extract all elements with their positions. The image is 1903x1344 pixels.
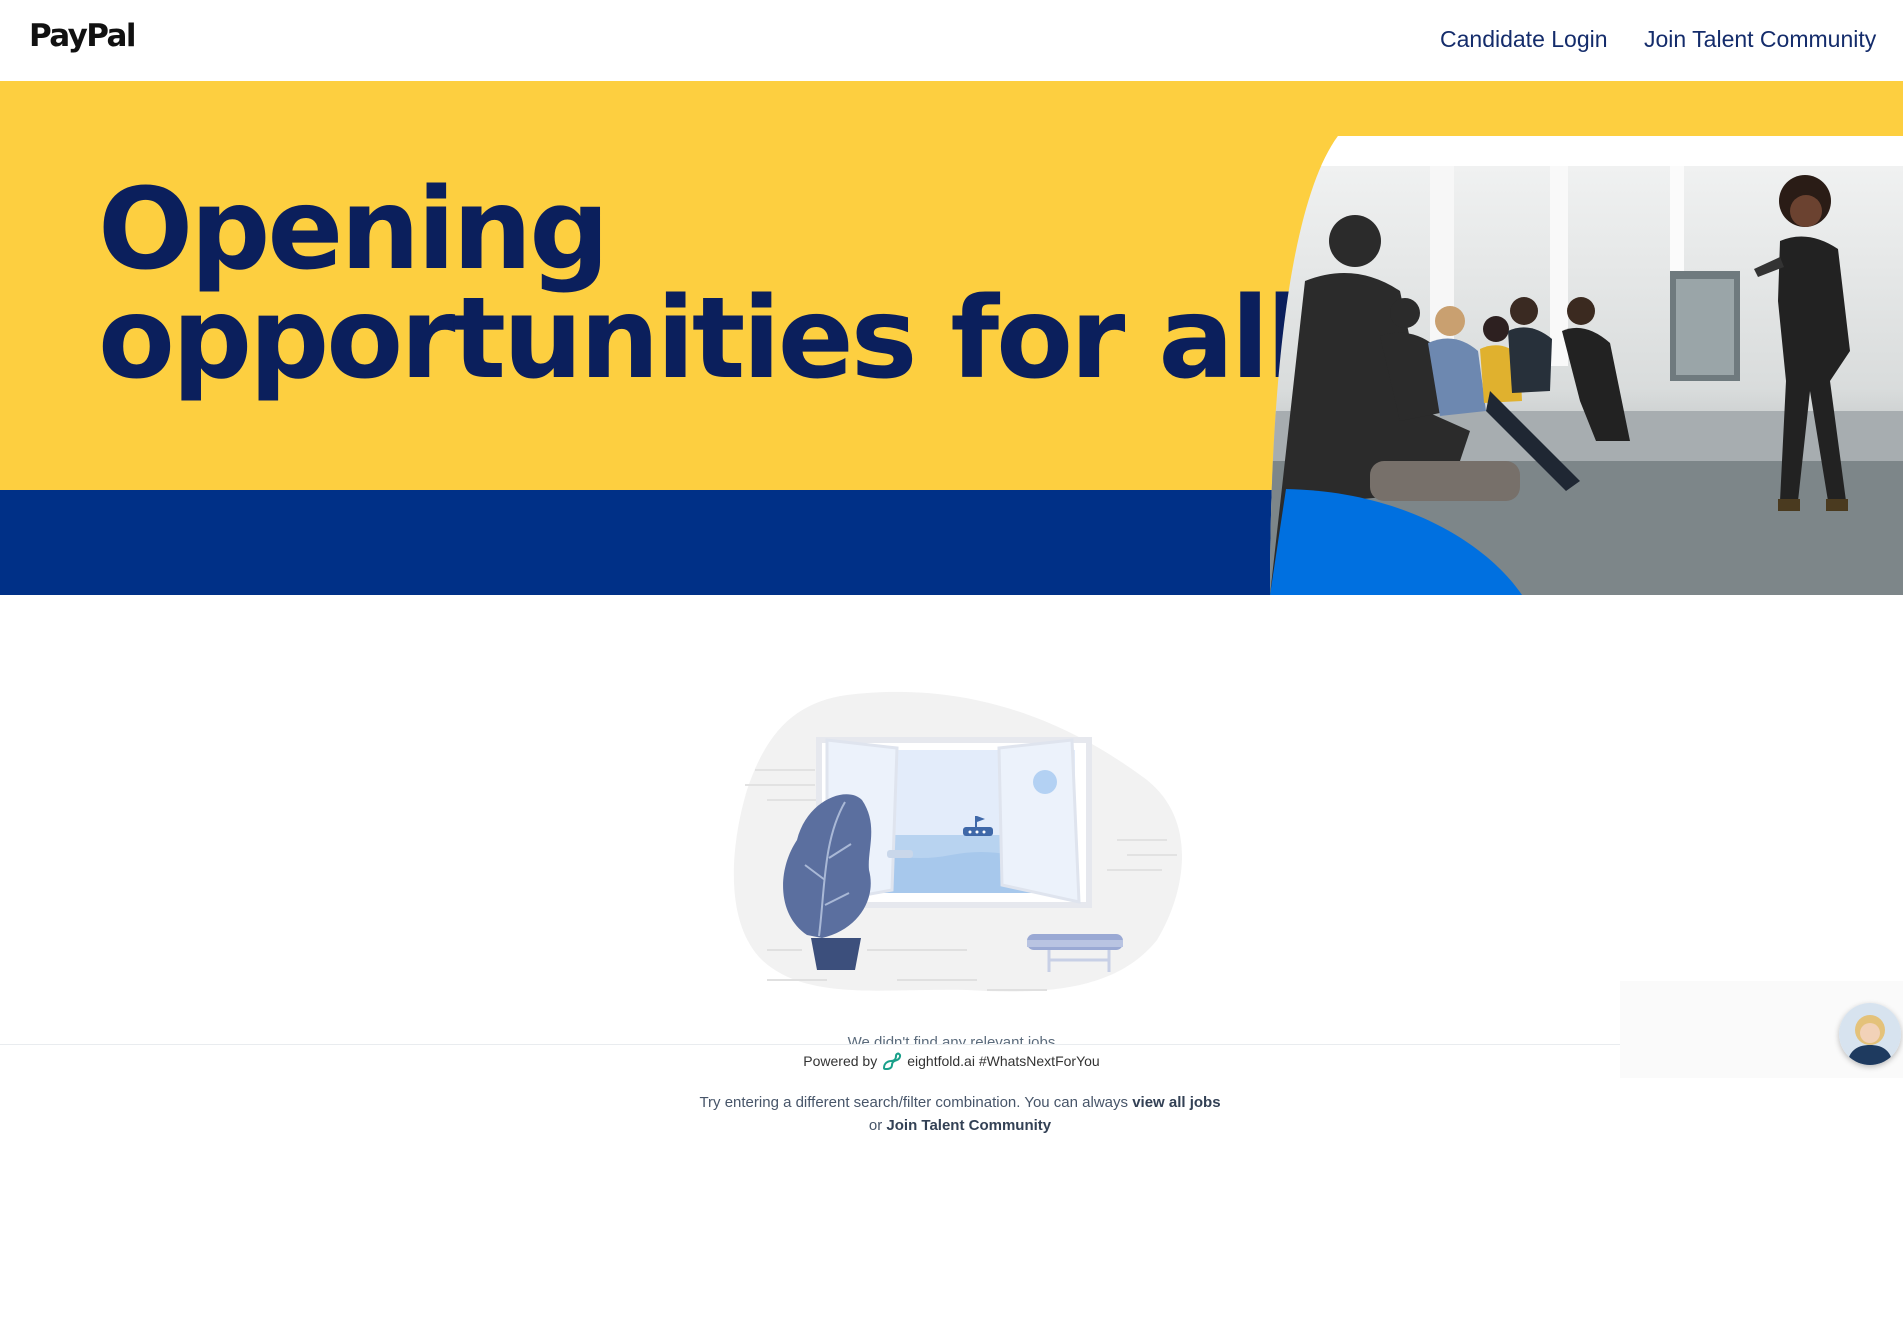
- hero-people-photo: [1270, 136, 1903, 595]
- powered-by-footer: Powered by eightfold.ai #WhatsNextForYou: [0, 1052, 1903, 1073]
- empty-state-hint: Try entering a different search/filter c…: [660, 1091, 1260, 1137]
- eightfold-brand-link[interactable]: eightfold.ai: [907, 1053, 975, 1069]
- hero-title: Opening opportunities for all.: [98, 165, 1344, 404]
- hero-title-line-1: Opening: [98, 165, 609, 295]
- hint-text: Try entering a different search/filter c…: [699, 1094, 1133, 1111]
- view-all-jobs-link[interactable]: view all jobs: [1132, 1094, 1220, 1111]
- join-talent-community-link[interactable]: Join Talent Community: [1644, 26, 1876, 53]
- paypal-logo[interactable]: PayPal: [29, 18, 137, 54]
- powered-by-label: Powered by: [803, 1053, 878, 1069]
- assistant-avatar[interactable]: [1839, 1003, 1901, 1065]
- hero-banner: Opening opportunities for all.: [0, 81, 1903, 595]
- footer-divider: [0, 1044, 1903, 1045]
- join-talent-community-inline-link[interactable]: Join Talent Community: [886, 1117, 1051, 1134]
- candidate-login-link[interactable]: Candidate Login: [1440, 26, 1608, 53]
- eightfold-logo-icon: [882, 1052, 902, 1073]
- empty-state-illustration: [733, 691, 1182, 992]
- hint-or-text: or: [868, 1117, 887, 1134]
- hashtag-text: #WhatsNextForYou: [978, 1053, 1100, 1069]
- hero-title-line-2: opportunities for all.: [98, 274, 1344, 404]
- top-navigation-bar: PayPal Candidate Login Join Talent Commu…: [0, 0, 1903, 81]
